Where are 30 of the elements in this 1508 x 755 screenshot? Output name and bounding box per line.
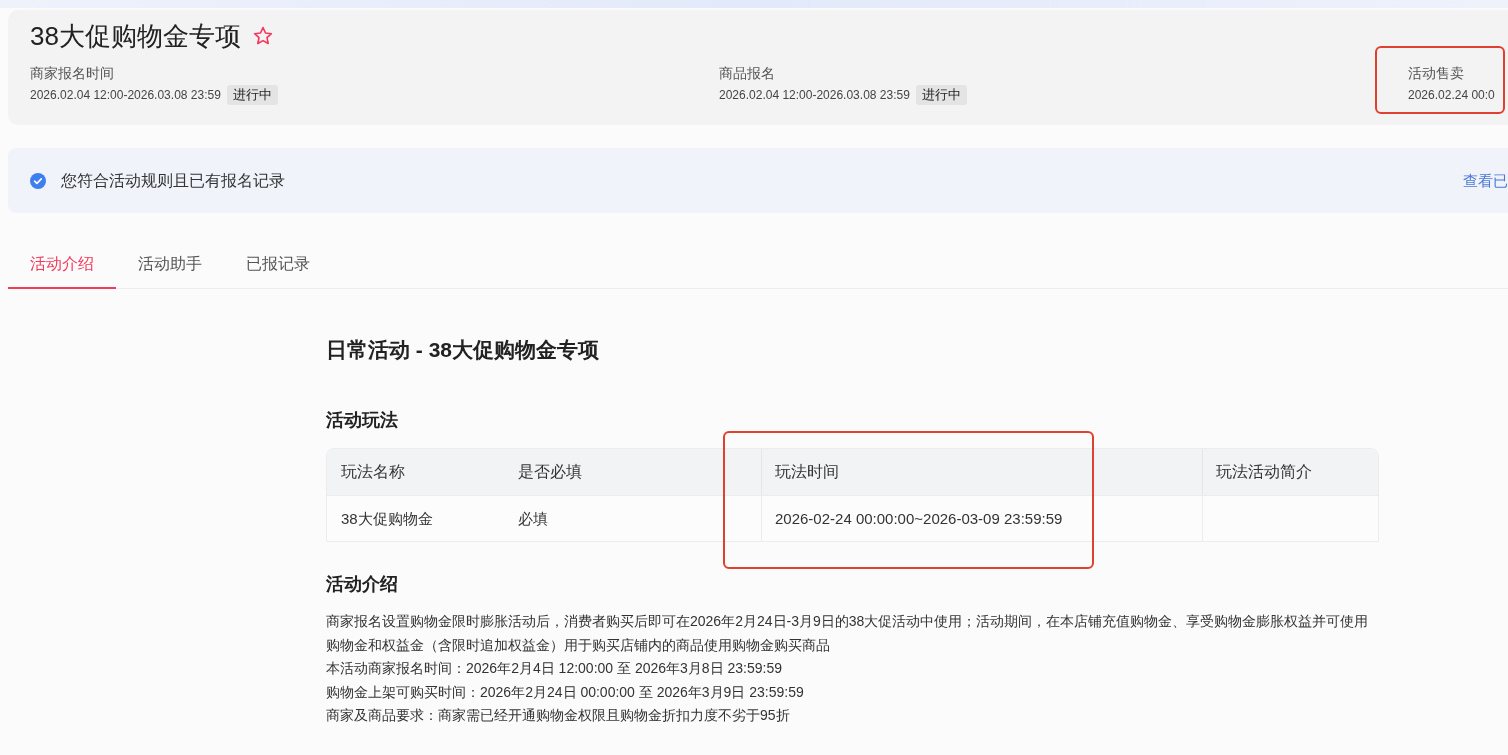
activity-title: 日常活动 - 38大促购物金专项 bbox=[326, 337, 601, 363]
intro-paragraph: 商家及商品要求：商家需已经开通购物金权限且购物金折扣力度不劣于95折 bbox=[326, 706, 791, 725]
status-tag: 进行中 bbox=[226, 85, 278, 105]
page-title: 38大促购物金专项 bbox=[30, 20, 241, 53]
table-cell-text: 38大促购物金 bbox=[340, 508, 433, 529]
column-header: 是否必填 bbox=[517, 462, 582, 482]
check-circle-icon bbox=[30, 172, 46, 189]
column-header: 玩法时间 bbox=[774, 462, 839, 482]
date-range: 2026.02.24 00:0 bbox=[1408, 87, 1495, 104]
table-cell-text: 2026-02-24 00:00:00~2026-03-09 23:59:59 bbox=[774, 508, 1063, 529]
tab[interactable]: 已报记录 bbox=[224, 240, 332, 289]
column-header: 玩法活动简介 bbox=[1215, 462, 1312, 482]
tab[interactable]: 活动介绍 bbox=[8, 240, 116, 289]
date-range: 2026.02.04 12:00-2026.03.08 23:59 bbox=[719, 87, 910, 104]
tab[interactable]: 活动助手 bbox=[116, 240, 224, 289]
section-heading: 活动介绍 bbox=[326, 573, 399, 596]
intro-paragraph: 本活动商家报名时间：2026年2月4日 12:00:00 至 2026年3月8日 23:59:59 bbox=[326, 659, 783, 678]
column-header: 玩法名称 bbox=[340, 462, 405, 482]
info-label: 商家报名时间 bbox=[30, 64, 115, 83]
date-range: 2026.02.04 12:00-2026.03.08 23:59 bbox=[30, 87, 221, 104]
view-records-link[interactable]: 查看已 bbox=[1463, 169, 1508, 192]
table-cell-text: 必填 bbox=[517, 508, 548, 529]
info-label: 商品报名 bbox=[719, 64, 776, 83]
notice-text: 您符合活动规则且已有报名记录 bbox=[61, 170, 285, 191]
section-heading: 活动玩法 bbox=[326, 409, 399, 432]
info-label: 活动售卖 bbox=[1408, 64, 1465, 83]
status-tag: 进行中 bbox=[915, 85, 967, 105]
intro-paragraph: 商家报名设置购物金限时膨胀活动后，消费者购买后即可在2026年2月24日-3月9日的38大促活动中使用；活动期间，在本店铺充值购物金、享受购物金膨胀权益并可使用购物金和权益金（含限时追加权益金）用于购买店铺内的商品使用购物金购买商品 bbox=[326, 612, 1370, 655]
intro-paragraph: 购物金上架可购买时间：2026年2月24日 00:00:00 至 2026年3月9日 23:59:59 bbox=[326, 682, 805, 702]
star-icon[interactable] bbox=[252, 26, 273, 46]
